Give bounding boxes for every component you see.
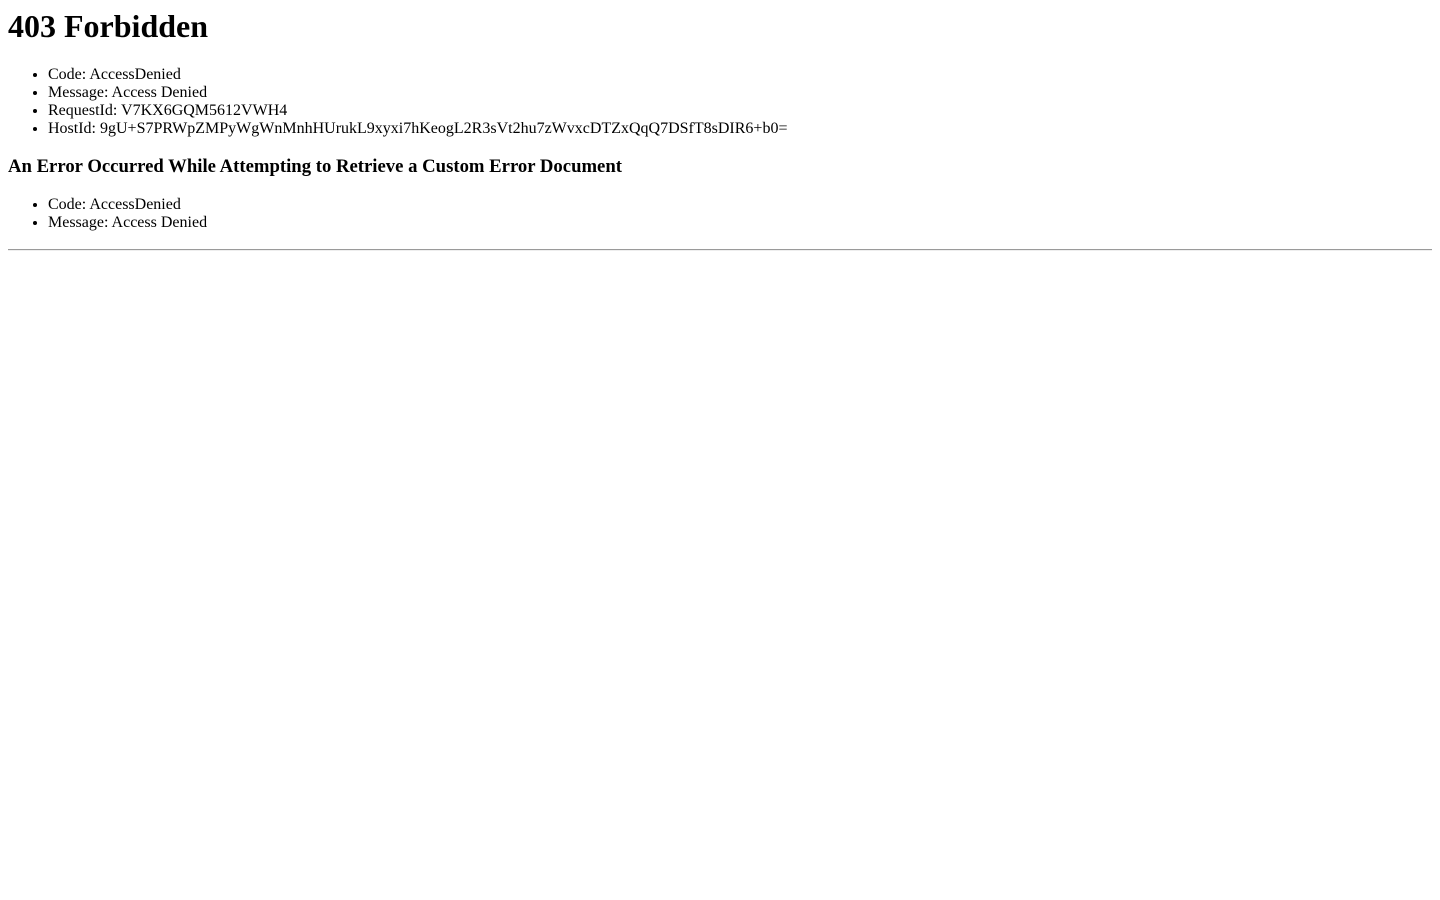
custom-error-details-list: Code: AccessDenied Message: Access Denie… xyxy=(8,196,1432,232)
host-id: HostId: 9gU+S7PRWpZMPyWgWnMnhHUrukL9xyxi… xyxy=(48,120,1432,138)
custom-error-heading: An Error Occurred While Attempting to Re… xyxy=(8,156,622,177)
error-details-list: Code: AccessDenied Message: Access Denie… xyxy=(8,66,1432,138)
error-code: Code: AccessDenied xyxy=(48,66,1432,84)
error-message: Message: Access Denied xyxy=(48,84,1432,102)
custom-error-code: Code: AccessDenied xyxy=(48,196,1432,214)
divider xyxy=(8,249,1432,251)
request-id: RequestId: V7KX6GQM5612VWH4 xyxy=(48,102,1432,120)
custom-error-message: Message: Access Denied xyxy=(48,214,1432,232)
page-title: 403 Forbidden xyxy=(8,8,209,44)
